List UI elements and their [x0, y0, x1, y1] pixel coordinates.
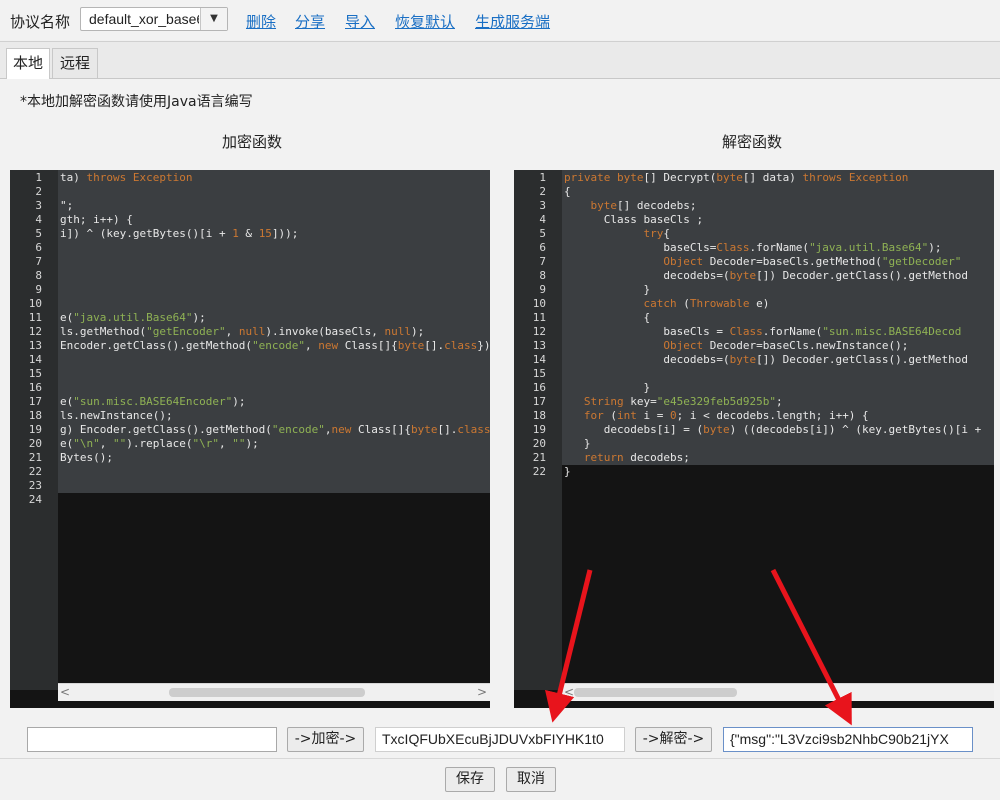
red-arrow-icon [545, 569, 593, 723]
red-arrow-icon [770, 568, 852, 726]
annotation-arrows [545, 568, 852, 726]
